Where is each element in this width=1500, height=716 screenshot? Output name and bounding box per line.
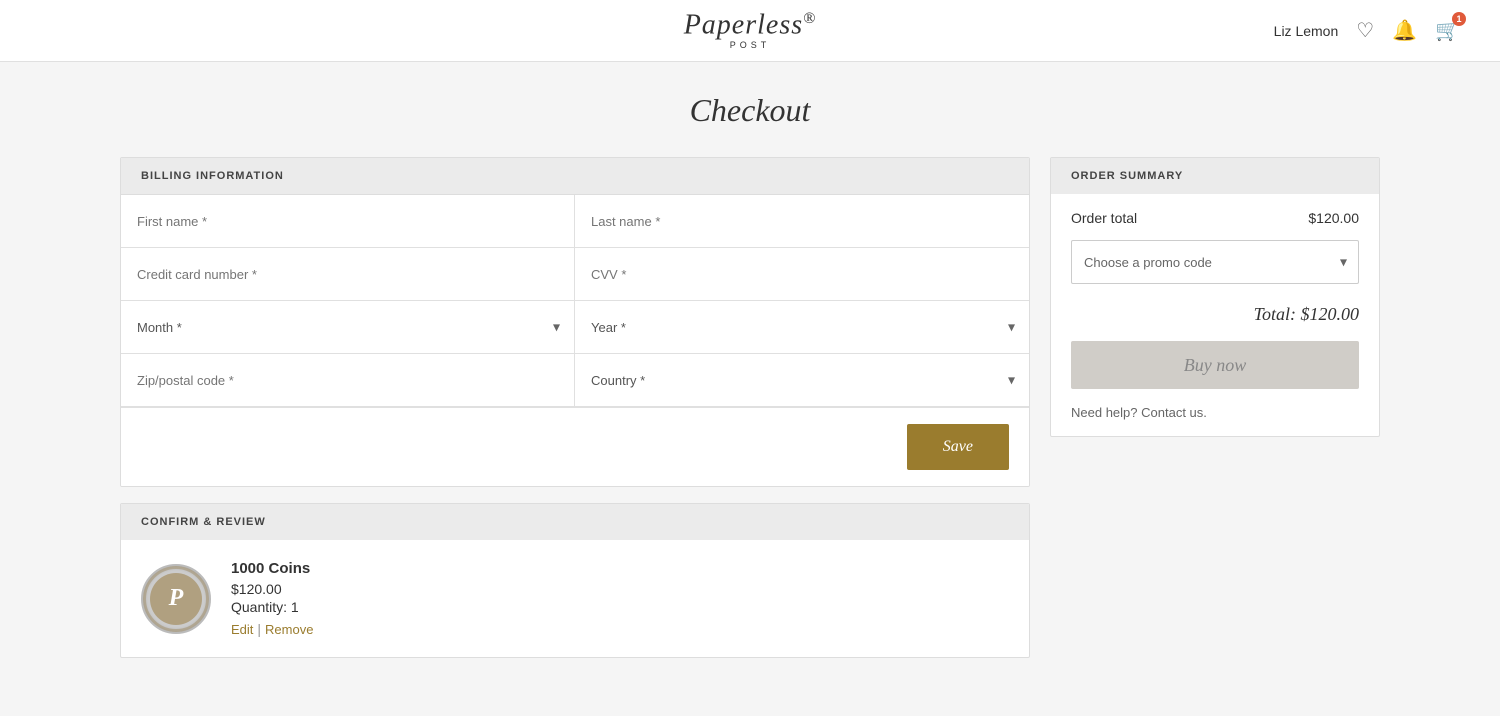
product-details: 1000 Coins $120.00 Quantity: 1 Edit | Re… [231, 560, 1009, 637]
product-quantity: Quantity: 1 [231, 599, 1009, 615]
edit-link[interactable]: Edit [231, 622, 253, 637]
cvv-input[interactable] [575, 248, 1029, 300]
month-cell: Month * JanuaryFebruaryMarch AprilMayJun… [121, 301, 575, 354]
logo-text: Paperless® [684, 11, 817, 39]
cc-number-cell [121, 248, 575, 301]
promo-select[interactable]: Choose a promo code [1071, 240, 1359, 284]
cc-number-input[interactable] [121, 248, 574, 300]
promo-wrapper: Choose a promo code ▾ [1071, 240, 1359, 284]
cart-badge: 1 [1452, 12, 1466, 26]
year-select[interactable]: Year * 202420252026 202720282029 2030 [575, 301, 1029, 353]
country-cell: Country * United States United Kingdom C… [575, 354, 1029, 407]
billing-column: BILLING INFORMATION [120, 157, 1030, 674]
remove-link[interactable]: Remove [265, 622, 313, 637]
last-name-input[interactable] [575, 195, 1029, 247]
product-image: P [141, 564, 211, 634]
page: Checkout BILLING INFORMATION [100, 62, 1400, 704]
checkout-layout: BILLING INFORMATION [120, 157, 1380, 674]
month-select[interactable]: Month * JanuaryFebruaryMarch AprilMayJun… [121, 301, 574, 353]
page-title: Checkout [120, 92, 1380, 129]
order-summary-box: ORDER SUMMARY Order total $120.00 Choose… [1050, 157, 1380, 437]
cvv-cell [575, 248, 1029, 301]
order-total-amount: $120.00 [1308, 210, 1359, 226]
username: Liz Lemon [1274, 23, 1339, 39]
product-actions: Edit | Remove [231, 621, 1009, 637]
summary-column: ORDER SUMMARY Order total $120.00 Choose… [1050, 157, 1380, 437]
billing-section: BILLING INFORMATION [120, 157, 1030, 487]
zip-input[interactable] [121, 354, 574, 406]
billing-form: Month * JanuaryFebruaryMarch AprilMayJun… [121, 194, 1029, 407]
action-separator: | [257, 621, 261, 637]
first-name-cell [121, 195, 575, 248]
product-price: $120.00 [231, 581, 1009, 597]
order-total-row: Order total $120.00 [1071, 210, 1359, 226]
last-name-cell [575, 195, 1029, 248]
order-summary-body: Order total $120.00 Choose a promo code … [1051, 194, 1379, 436]
buy-now-button[interactable]: Buy now [1071, 341, 1359, 389]
cart-icon[interactable]: 🛒 1 [1435, 18, 1460, 43]
review-section-header: CONFIRM & REVIEW [121, 504, 1029, 540]
order-total-label: Order total [1071, 210, 1137, 226]
header-right: Liz Lemon ♡ 🔔 🛒 1 [750, 18, 1460, 43]
billing-section-header: BILLING INFORMATION [121, 158, 1029, 194]
zip-cell [121, 354, 575, 407]
product-name: 1000 Coins [231, 560, 1009, 577]
logo: Paperless® POST [684, 11, 817, 50]
coin-ring [143, 566, 209, 632]
header: Paperless® POST Liz Lemon ♡ 🔔 🛒 1 [0, 0, 1500, 62]
heart-icon[interactable]: ♡ [1356, 18, 1374, 43]
help-text: Need help? Contact us. [1071, 405, 1359, 420]
contact-link[interactable]: Contact us. [1141, 405, 1207, 420]
country-select[interactable]: Country * United States United Kingdom C… [575, 354, 1029, 406]
review-section: CONFIRM & REVIEW P 1000 Coins $120.00 Qu… [120, 503, 1030, 658]
grand-total: Total: $120.00 [1071, 304, 1359, 325]
first-name-input[interactable] [121, 195, 574, 247]
year-cell: Year * 202420252026 202720282029 2030 [575, 301, 1029, 354]
save-button[interactable]: Save [907, 424, 1009, 470]
order-summary-header: ORDER SUMMARY [1051, 158, 1379, 194]
review-content: P 1000 Coins $120.00 Quantity: 1 Edit | … [121, 540, 1029, 657]
logo-sub: POST [730, 40, 771, 50]
notification-icon[interactable]: 🔔 [1392, 18, 1417, 43]
save-area: Save [121, 407, 1029, 486]
